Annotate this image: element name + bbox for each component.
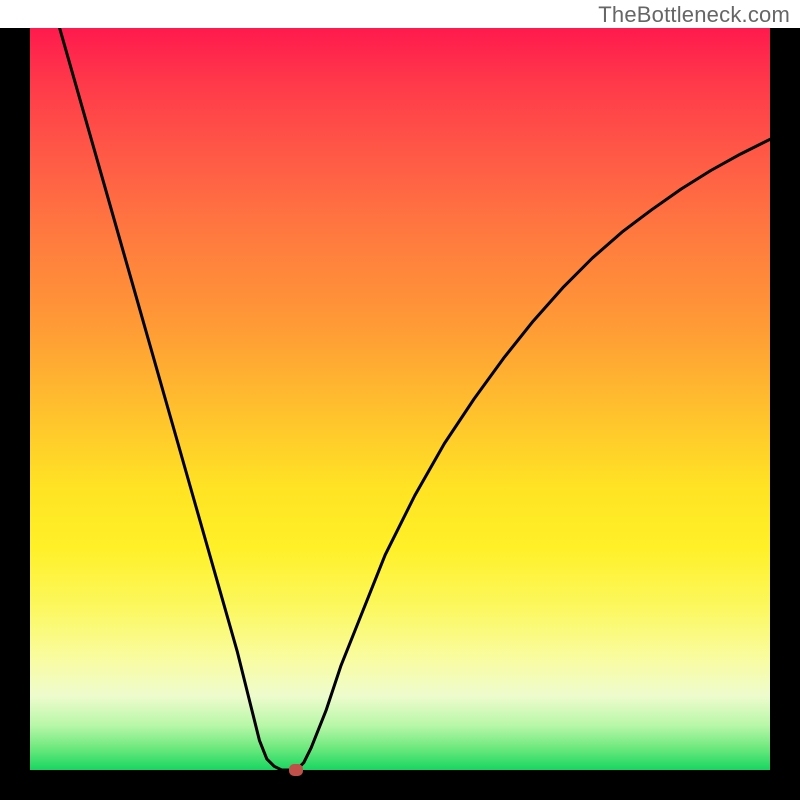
chart-stage: TheBottleneck.com [0,0,800,800]
minimum-marker-icon [289,764,303,776]
plot-area [30,28,770,770]
chart-black-frame [0,28,800,800]
bottleneck-curve [30,28,770,770]
watermark-text: TheBottleneck.com [598,2,790,28]
